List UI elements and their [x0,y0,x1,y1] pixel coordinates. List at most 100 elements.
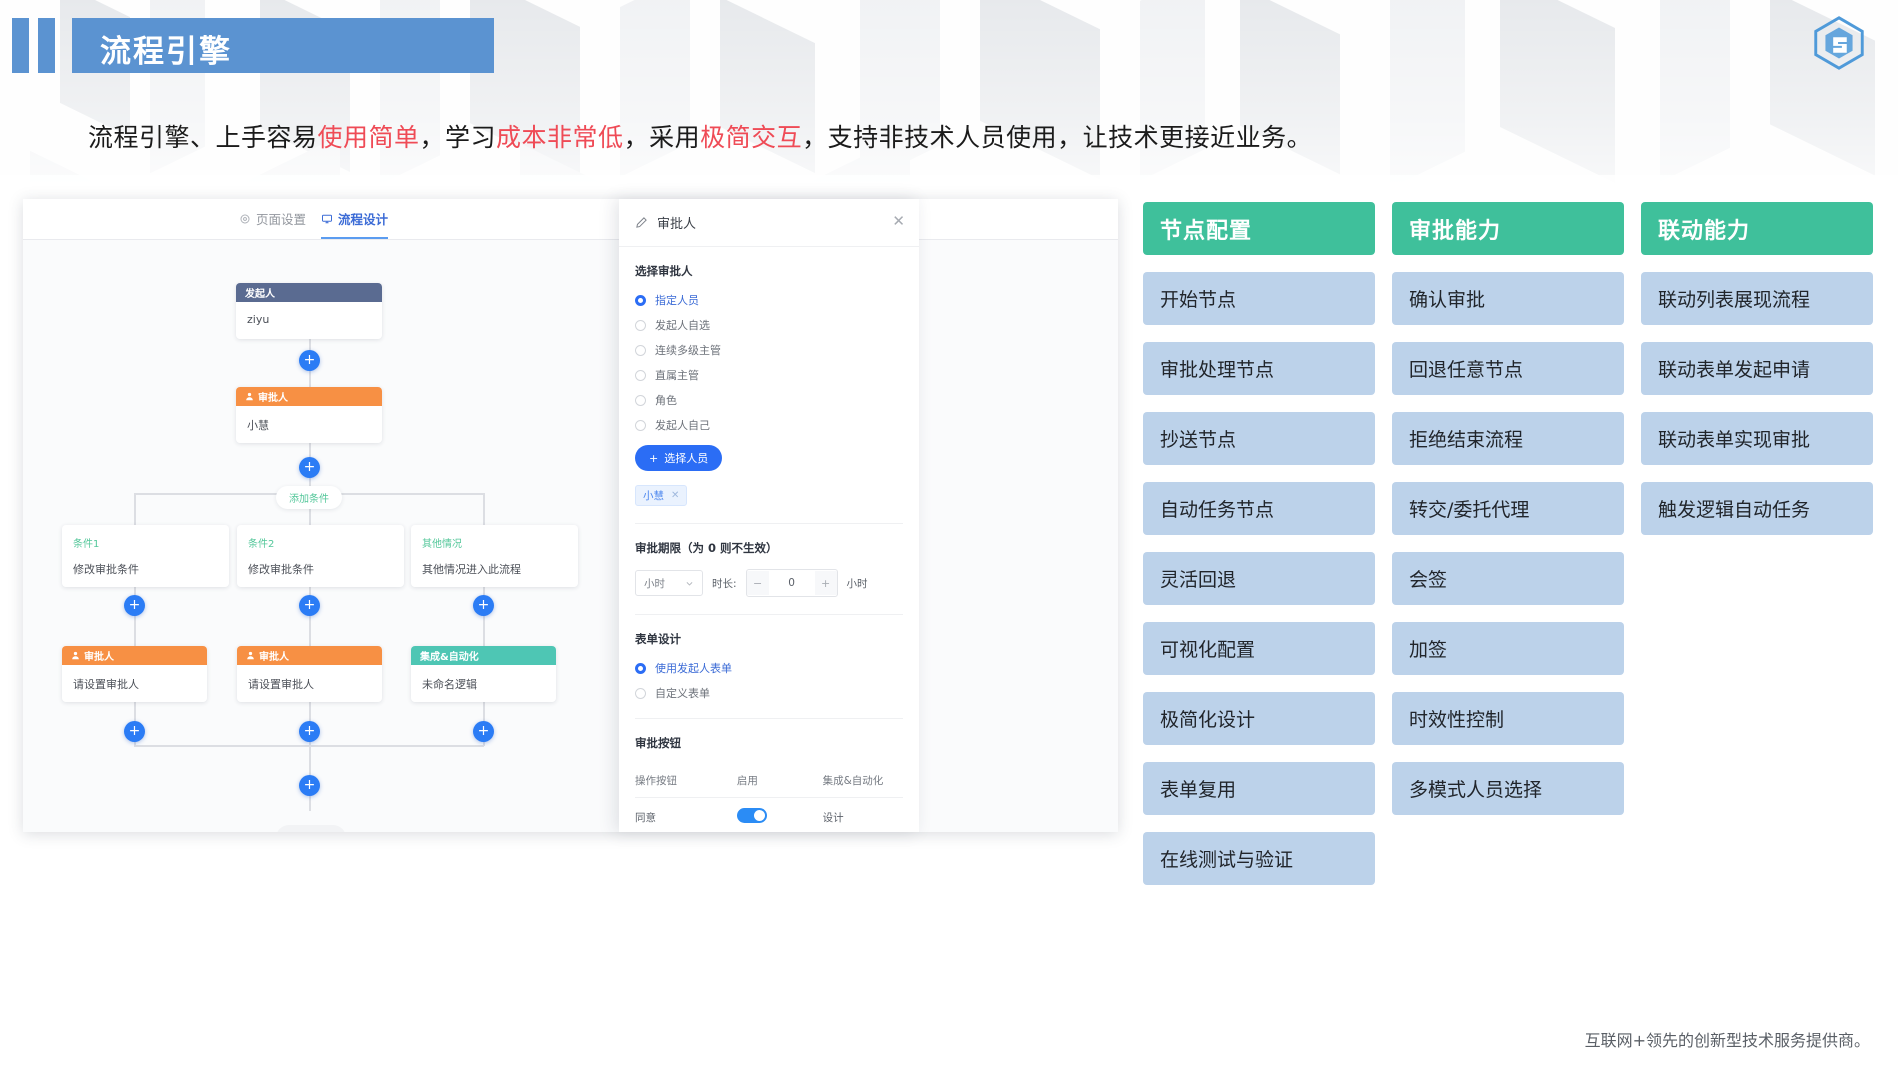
deadline-unit-select[interactable]: 小时 [635,570,703,596]
flow-condition-card[interactable]: 其他情况 其他情况进入此流程 [411,525,578,587]
edit-pencil-icon[interactable] [635,216,648,229]
close-small-icon[interactable]: ✕ [671,490,679,501]
row-toggle-cell [736,797,823,832]
approve-buttons-table: 操作按钮 启用 集成&自动化 同意 设计 拒绝 设计 保存 [635,764,903,832]
flow-node-branch-approver[interactable]: 审批人 请设置审批人 [237,646,382,702]
branch-node-header: 审批人 [62,646,207,665]
deadline-unit-value: 小时 [644,577,665,590]
subtitle-part-3: ，采用 [623,123,701,152]
add-node-button[interactable]: + [299,350,320,371]
flow-node-start-header: 发起人 [236,283,382,302]
row-name: 同意 [635,797,737,832]
stepper-plus-button[interactable]: + [814,571,837,595]
feature-column-title: 联动能力 [1641,202,1873,255]
branch-node-title: 审批人 [84,652,114,663]
subtitle-part-1: 流程引擎、上手容易 [88,123,318,152]
flow-node-start[interactable]: 发起人 ziyu [236,283,382,339]
chevron-down-icon [686,581,693,586]
feature-column-title: 节点配置 [1143,202,1375,255]
stepper-minus-button[interactable]: − [746,571,769,595]
tab-page-settings[interactable]: 页面设置 [239,209,306,228]
approver-settings-drawer: 审批人 ✕ 选择审批人 指定人员 发起人自选 连续多级主管 直属主管 角色 发起… [619,199,919,832]
person-icon [246,392,253,401]
feature-item: 时效性控制 [1392,692,1624,745]
designer-tabbar: 页面设置 流程设计 [23,199,1118,240]
divider [635,718,903,719]
radio-label: 连续多级主管 [655,344,721,357]
branch-node-header: 审批人 [237,646,382,665]
enable-toggle[interactable] [736,808,767,823]
drawer-header: 审批人 ✕ [619,199,919,247]
add-node-button[interactable]: + [299,595,320,616]
close-icon[interactable]: ✕ [892,214,905,229]
radio-use-initiator-form[interactable]: 使用发起人表单 [635,660,903,676]
tab-active-underline [321,236,389,239]
flow-node-approver-title: 审批人 [258,393,288,404]
flow-condition-card[interactable]: 条件2 修改审批条件 [237,525,404,587]
flow-icon [322,214,332,223]
radio-direct-manager[interactable]: 直属主管 [635,367,903,383]
feature-column-title: 审批能力 [1392,202,1624,255]
radio-initiator-choose[interactable]: 发起人自选 [635,317,903,333]
add-node-button[interactable]: + [124,721,145,742]
connector [134,493,136,525]
add-condition-pill[interactable]: 添加条件 [276,486,342,509]
flow-node-approver-header: 审批人 [236,387,382,406]
radio-label: 使用发起人表单 [655,662,732,675]
radio-label: 发起人自选 [655,319,710,332]
flow-end-label: 流程结束 [276,825,346,832]
add-node-button[interactable]: + [473,595,494,616]
selected-person-tag[interactable]: 小慧 ✕ [635,485,688,506]
flow-node-approver-value: 小慧 [247,419,269,432]
radio-label: 自定义表单 [655,687,710,700]
tab-flow-design-label: 流程设计 [338,212,389,227]
row-action-link[interactable]: 设计 [822,797,903,832]
add-node-button[interactable]: + [299,775,320,796]
flow-node-approver[interactable]: 审批人 小慧 [236,387,382,443]
select-person-button[interactable]: + 选择人员 [635,445,723,471]
feature-item: 联动表单实现审批 [1641,412,1873,465]
page-title: 流程引擎 [100,34,232,70]
person-icon [247,651,254,660]
flow-condition-card[interactable]: 条件1 修改审批条件 [62,525,229,587]
duration-stepper[interactable]: − 0 + [745,569,838,597]
radio-initiator-self[interactable]: 发起人自己 [635,417,903,433]
subtitle-part-4: ，支持非技术人员使用，让技术更接近业务。 [802,123,1313,152]
flow-designer-screenshot: 页面设置 流程设计 发起人 ziyu + 审批人 小慧 + 添加条件 条件1 修… [23,199,1118,832]
flow-canvas[interactable]: 发起人 ziyu + 审批人 小慧 + 添加条件 条件1 修改审批条件 条件2 … [23,240,1118,832]
flow-node-start-title: 发起人 [245,289,275,300]
flow-node-automation[interactable]: 集成&自动化 未命名逻辑 [411,646,556,702]
flow-node-start-value: ziyu [247,313,270,326]
duration-value[interactable]: 0 [769,577,815,589]
radio-designated-person[interactable]: 指定人员 [635,292,903,308]
subtitle-highlight-3: 极简交互 [700,123,803,152]
subtitle-highlight-2: 成本非常低 [496,123,624,152]
approve-buttons-label: 审批按钮 [635,736,681,750]
feature-item: 极简化设计 [1143,692,1375,745]
add-node-button[interactable]: + [473,721,494,742]
automation-node-value: 未命名逻辑 [422,678,477,691]
feature-item: 回退任意节点 [1392,342,1624,395]
deadline-label: 审批期限（为 0 则不生效） [635,541,778,555]
radio-multilevel-manager[interactable]: 连续多级主管 [635,342,903,358]
condition-title: 条件2 [248,539,275,550]
add-node-button[interactable]: + [299,721,320,742]
radio-role[interactable]: 角色 [635,392,903,408]
page-subtitle: 流程引擎、上手容易使用简单，学习成本非常低，采用极简交互，支持非技术人员使用，让… [88,118,1312,154]
tab-flow-design[interactable]: 流程设计 [321,209,389,239]
branch-node-value: 请设置审批人 [248,678,314,691]
automation-node-title: 集成&自动化 [420,652,479,663]
subtitle-part-2: ，学习 [419,123,497,152]
flow-node-branch-approver[interactable]: 审批人 请设置审批人 [62,646,207,702]
feature-column-approval-ability: 审批能力 确认审批 回退任意节点 拒绝结束流程 转交/委托代理 会签 加签 时效… [1392,202,1624,902]
radio-label: 发起人自己 [655,419,710,432]
add-node-button[interactable]: + [299,457,320,478]
feature-item: 开始节点 [1143,272,1375,325]
radio-label: 角色 [655,394,677,407]
feature-item: 多模式人员选择 [1392,762,1624,815]
col-action-button: 操作按钮 [635,764,737,798]
add-node-button[interactable]: + [124,595,145,616]
feature-item: 可视化配置 [1143,622,1375,675]
radio-custom-form[interactable]: 自定义表单 [635,685,903,701]
feature-item: 审批处理节点 [1143,342,1375,395]
